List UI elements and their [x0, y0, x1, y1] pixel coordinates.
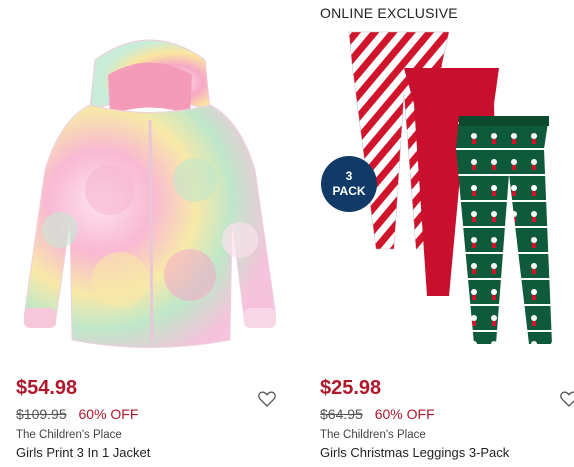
tie-dye-hooded-jacket-image — [24, 39, 276, 348]
online-exclusive-flag: ONLINE EXCLUSIVE — [320, 5, 458, 21]
heart-outline-icon[interactable] — [560, 391, 574, 407]
discount-label: 60% OFF — [374, 406, 435, 422]
price-row: $64.95 60% OFF — [320, 406, 435, 422]
svg-text:3: 3 — [346, 169, 353, 183]
brand-name: The Children's Place — [320, 429, 426, 441]
sale-price: $25.98 — [320, 377, 382, 399]
product-image-jacket[interactable] — [0, 20, 300, 360]
heart-outline-icon[interactable] — [258, 391, 276, 407]
original-price: $64.95 — [320, 406, 363, 422]
original-price: $109.95 — [16, 406, 67, 422]
christmas-leggings-image: 3 PACK — [321, 31, 552, 344]
svg-text:PACK: PACK — [332, 184, 365, 198]
product-name[interactable]: Girls Print 3 In 1 Jacket — [16, 445, 150, 460]
price-row: $109.95 60% OFF — [16, 406, 138, 422]
product-card-jacket[interactable]: $54.98 $109.95 60% OFF The Children's Pl… — [0, 0, 300, 467]
product-card-leggings[interactable]: ONLINE EXCLUSIVE 3 PACK $25.98 $64.95 60… — [304, 0, 574, 467]
product-name[interactable]: Girls Christmas Leggings 3-Pack — [320, 445, 509, 460]
discount-label: 60% OFF — [78, 406, 139, 422]
brand-name: The Children's Place — [16, 429, 122, 441]
sale-price: $54.98 — [16, 377, 78, 399]
product-image-leggings[interactable]: 3 PACK — [304, 24, 574, 364]
